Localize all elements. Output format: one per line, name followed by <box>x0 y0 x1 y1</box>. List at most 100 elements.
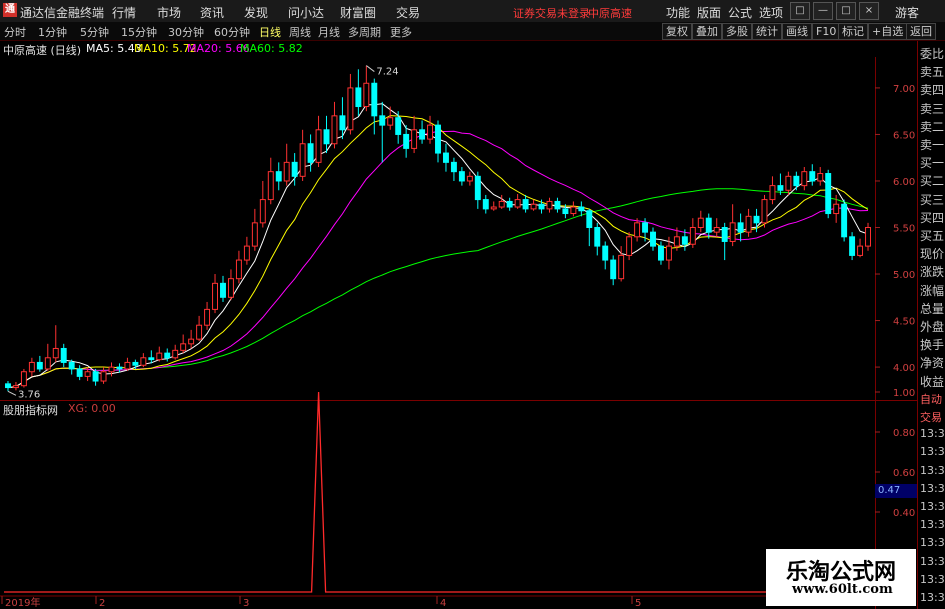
candle-body <box>251 222 258 247</box>
candle-body <box>753 215 760 224</box>
candle-body <box>307 143 314 163</box>
candle-body <box>474 175 481 201</box>
candle-body <box>650 231 656 247</box>
candle-body <box>299 143 306 177</box>
candle-body <box>697 217 704 228</box>
candle-body <box>371 82 378 117</box>
ind-tick-label: 1.00 <box>893 388 915 399</box>
side-panel-item: 总量 <box>920 301 945 316</box>
side-panel-item: 卖三 <box>920 101 945 116</box>
ind-tick-label: 0.80 <box>893 428 915 439</box>
watermark-url: www.60lt.com <box>792 582 893 597</box>
price-tick-label: 5.00 <box>893 270 915 281</box>
candle-body <box>522 199 529 210</box>
candle-body <box>44 357 51 370</box>
side-panel-item: 卖二 <box>920 119 945 134</box>
candle-body <box>626 236 633 256</box>
quote-side-panel: 委比 卖五 卖四 卖三 卖二 卖一 买一 买二 买三 买四 买五 现价 涨跌 涨幅 总量 外盘 换手 净资 收益 自动… <box>917 41 945 609</box>
candle-body <box>721 227 728 242</box>
candle-body <box>84 371 91 377</box>
candle-body <box>331 115 338 145</box>
candle-body <box>777 185 784 191</box>
side-panel-item: 买四 <box>920 210 945 225</box>
candle-body <box>52 347 59 359</box>
side-panel-item: 委比 <box>920 47 945 61</box>
low-marker <box>7 390 17 396</box>
candle-body <box>140 357 147 366</box>
side-panel-item: 13:36 <box>920 572 945 586</box>
candle-body <box>36 361 43 370</box>
side-panel-item: 买五 <box>920 229 945 243</box>
candle-body <box>642 222 649 233</box>
candle-body <box>498 200 505 208</box>
candle-body <box>387 117 394 126</box>
side-panel-item: 13:36 <box>920 481 945 495</box>
candle-body <box>419 129 426 140</box>
price-tick-label: 4.50 <box>893 317 915 328</box>
candle-body <box>801 171 808 187</box>
candle-body <box>570 206 577 215</box>
side-panel-item: 卖五 <box>920 65 945 80</box>
candle-body <box>689 227 696 245</box>
candle-body <box>506 200 513 208</box>
candle-body <box>60 347 67 363</box>
side-panel-item: 交易 <box>920 411 942 424</box>
side-panel-item: 13:37 <box>920 591 945 604</box>
candle-body <box>172 349 179 359</box>
candle-body <box>841 203 848 238</box>
candle-body <box>466 175 473 182</box>
side-panel-item: 自动 <box>920 392 942 406</box>
candle-body <box>825 173 832 215</box>
candle-body <box>363 82 370 108</box>
candle-body <box>100 371 107 382</box>
candle-body <box>196 324 203 340</box>
side-panel-item: 13:35 <box>920 427 945 441</box>
side-panel-item: 买一 <box>920 156 945 171</box>
candle-body <box>442 152 449 163</box>
side-panel-item: 13:36 <box>920 554 945 568</box>
candle-body <box>124 361 131 370</box>
candle-body <box>164 352 171 359</box>
candle-body <box>227 278 234 298</box>
candle-body <box>578 206 585 212</box>
side-panel-item: 涨跌 <box>920 265 945 280</box>
candle-body <box>793 175 800 187</box>
ma20-line <box>7 130 869 389</box>
candle-body <box>594 227 601 247</box>
candle-body <box>379 115 386 126</box>
candle-body <box>809 171 816 182</box>
candle-body <box>339 115 346 131</box>
side-panel-item: 现价 <box>920 247 945 262</box>
ind-tick-label: 0.40 <box>893 508 915 519</box>
candle-body <box>857 245 864 256</box>
price-tick-label: 4.00 <box>893 363 915 374</box>
candle-body <box>737 222 744 233</box>
price-tick-label: 6.00 <box>893 177 915 188</box>
candle-body <box>729 222 736 242</box>
side-panel-item: 卖一 <box>920 138 945 152</box>
ma60-line <box>7 188 869 389</box>
x-tick-label: 5 <box>635 598 641 609</box>
candle-body <box>403 133 410 149</box>
candle-body <box>427 124 434 140</box>
candle-body <box>618 254 625 280</box>
candle-body <box>108 366 115 373</box>
candle-body <box>562 208 569 215</box>
candle-body <box>315 129 322 163</box>
candle-body <box>395 117 402 135</box>
price-tick-label: 5.50 <box>893 224 915 235</box>
side-panel-item: 买二 <box>920 174 945 189</box>
candle-body <box>673 236 680 247</box>
side-panel-item: 卖四 <box>920 83 945 98</box>
candle-body <box>705 217 712 233</box>
candle-body <box>323 129 330 145</box>
ind-tick-label: 0.60 <box>893 468 915 479</box>
candle-body <box>235 259 242 280</box>
candle-body <box>291 161 298 177</box>
candle-body <box>156 352 163 361</box>
candle-body <box>212 282 218 310</box>
kline-chart[interactable]: 7.00 6.50 6.00 5.50 5.00 4.50 4.00 7.24 3.76 1.00… <box>0 0 945 609</box>
candle-body <box>28 361 35 373</box>
candle-body <box>12 385 19 389</box>
side-panel-item: 13:36 <box>920 518 945 532</box>
